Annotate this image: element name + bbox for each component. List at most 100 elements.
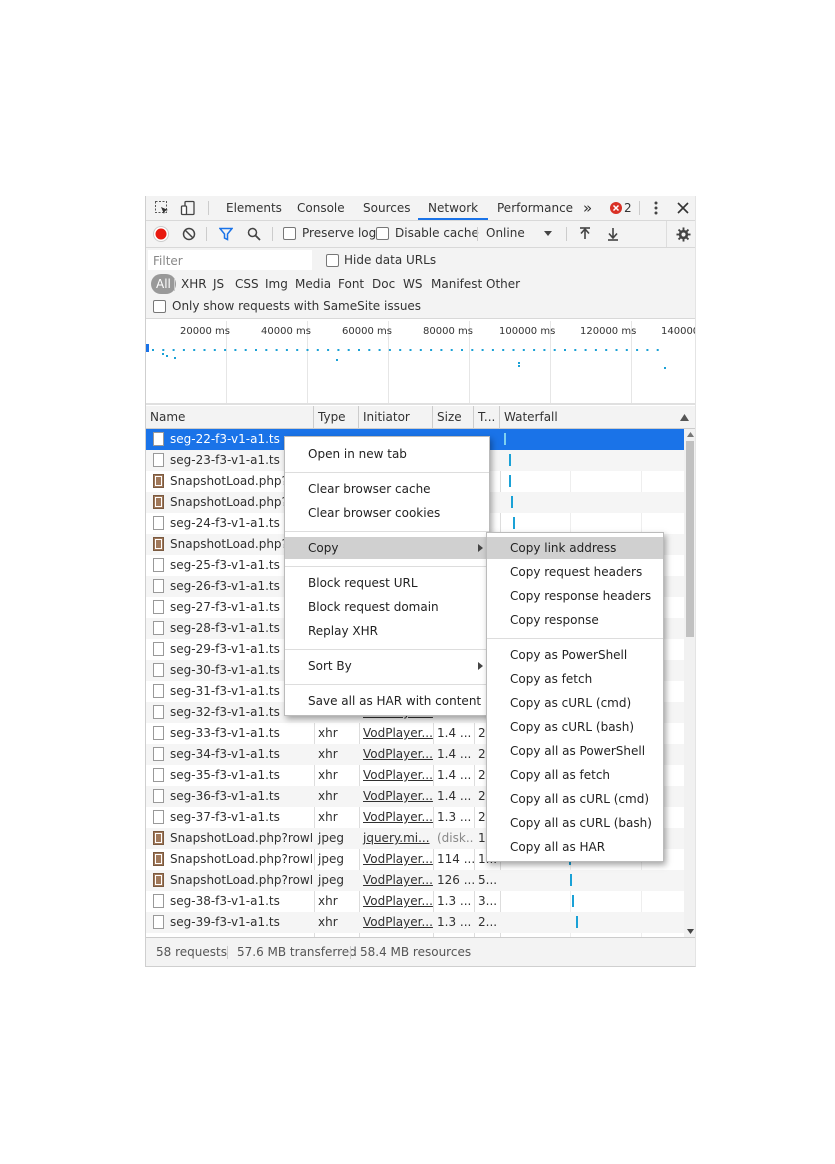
close-icon[interactable] [676,201,690,215]
request-initiator[interactable]: VodPlayer... [359,807,433,828]
tab-console[interactable]: Console [297,196,345,220]
request-size: 1.4 ... [437,768,472,782]
request-name: SnapshotLoad.php?rowK... [170,873,312,887]
scroll-down-icon[interactable] [686,928,694,934]
disable-cache-checkbox[interactable] [376,227,389,240]
status-divider [227,946,228,959]
request-initiator[interactable]: VodPlayer... [359,912,433,933]
filter-type-doc[interactable]: Doc [372,274,395,294]
more-tabs-button[interactable]: » [583,196,592,220]
copy-menu-item-copy-all-as-har[interactable]: Copy all as HAR [487,836,663,858]
chevron-down-icon[interactable] [544,230,552,236]
menu-item-label: Copy as fetch [510,672,593,686]
filter-type-css[interactable]: CSS [235,274,259,294]
menu-item-clear-browser-cookies[interactable]: Clear browser cookies [285,502,489,524]
copy-menu-item-copy-link-address[interactable]: Copy link address [487,537,663,559]
gear-icon[interactable] [675,226,691,242]
document-file-icon [153,747,164,761]
request-initiator[interactable]: VodPlayer... [359,744,433,765]
tab-network[interactable]: Network [418,196,489,220]
request-initiator[interactable]: VodPlayer... [359,723,433,744]
request-initiator[interactable]: VodPlayer... [359,849,433,870]
filter-type-other[interactable]: Other [486,274,520,294]
samesite-checkbox[interactable] [153,300,166,313]
copy-menu-item-copy-response-headers[interactable]: Copy response headers [487,585,663,607]
menu-item-copy[interactable]: Copy [285,537,489,559]
toolbar-divider [666,221,667,247]
request-initiator[interactable]: VodPlayer... [359,891,433,912]
timeline-overview[interactable]: 20000 ms 40000 ms 60000 ms 80000 ms 1000… [146,321,695,404]
request-initiator[interactable]: VodPlayer... [359,870,433,891]
export-har-icon[interactable] [606,226,620,242]
request-type: jpeg [318,852,344,866]
menu-item-save-all-as-har-with-content[interactable]: Save all as HAR with content [285,690,489,712]
filter-type-font[interactable]: Font [338,274,364,294]
menu-item-block-request-domain[interactable]: Block request domain [285,596,489,618]
filter-type-media[interactable]: Media [295,274,331,294]
request-type: xhr [318,768,338,782]
menu-item-replay-xhr[interactable]: Replay XHR [285,620,489,642]
copy-menu-item-copy-request-headers[interactable]: Copy request headers [487,561,663,583]
filter-input[interactable]: Filter [148,250,312,270]
copy-menu-item-copy-all-as-curl-cmd[interactable]: Copy all as cURL (cmd) [487,788,663,810]
overview-activity-dot [172,349,175,351]
copy-menu-item-copy-all-as-fetch[interactable]: Copy all as fetch [487,764,663,786]
scrollbar-thumb[interactable] [686,441,694,637]
error-count[interactable]: 2 [624,196,632,220]
menu-item-block-request-url[interactable]: Block request URL [285,572,489,594]
inspect-element-icon[interactable] [154,200,170,216]
request-initiator[interactable]: VodPlayer... [359,786,433,807]
filter-type-ws[interactable]: WS [403,274,422,294]
tab-performance[interactable]: Performance [497,196,573,220]
toolbar-divider [208,201,209,215]
filter-type-img[interactable]: Img [265,274,288,294]
filter-type-all[interactable]: All [151,274,176,294]
record-icon[interactable] [153,226,169,242]
waterfall-bar [511,496,513,508]
import-har-icon[interactable] [578,226,592,242]
request-initiator[interactable]: jquery.mi... [359,828,433,849]
column-size[interactable]: Size [433,406,474,428]
copy-menu-item-copy-as-curl-bash[interactable]: Copy as cURL (bash) [487,716,663,738]
overview-activity-dot [306,349,309,351]
search-icon[interactable] [246,226,262,242]
column-waterfall[interactable]: Waterfall [500,406,695,428]
column-initiator[interactable]: Initiator [359,406,433,428]
menu-item-label: Copy all as HAR [510,840,606,854]
table-row[interactable]: seg-39-f3-v1-a1.ts xhr VodPlayer... 1.3 ...… [146,912,684,933]
menu-item-clear-browser-cache[interactable]: Clear browser cache [285,478,489,500]
menu-item-label: Block request URL [308,576,418,590]
table-row[interactable]: SnapshotLoad.php?rowK... jpeg VodPlayer...… [146,870,684,891]
request-size: 126 ... [437,873,474,887]
copy-menu-item-copy-as-curl-cmd[interactable]: Copy as cURL (cmd) [487,692,663,714]
column-type[interactable]: Type [314,406,359,428]
copy-menu-item-copy-response[interactable]: Copy response [487,609,663,631]
tab-elements[interactable]: Elements [226,196,282,220]
column-time[interactable]: T... [474,406,500,428]
preserve-log-checkbox[interactable] [283,227,296,240]
device-toolbar-icon[interactable] [180,200,196,216]
menu-item-open-in-new-tab[interactable]: Open in new tab [285,443,489,465]
preserve-log-label: Preserve log [302,226,377,240]
filter-type-manifest[interactable]: Manifest [431,274,482,294]
table-row[interactable]: seg-38-f3-v1-a1.ts xhr VodPlayer... 1.3 ...… [146,891,684,912]
request-initiator[interactable]: VodPlayer... [359,765,433,786]
copy-menu-item-copy-as-fetch[interactable]: Copy as fetch [487,668,663,690]
kebab-menu-icon[interactable] [650,200,662,216]
filter-icon[interactable] [218,226,234,242]
menu-item-sort-by[interactable]: Sort By [285,655,489,677]
tab-sources[interactable]: Sources [363,196,410,220]
sort-ascending-icon[interactable] [679,413,689,421]
document-file-icon [153,663,164,677]
request-list-scrollbar[interactable] [684,429,695,937]
clear-icon[interactable] [181,226,197,242]
throttling-select[interactable]: Online [486,226,525,240]
hide-data-urls-checkbox[interactable] [326,254,339,267]
copy-menu-item-copy-all-as-powershell[interactable]: Copy all as PowerShell [487,740,663,762]
filter-type-js[interactable]: JS [213,274,224,294]
copy-menu-item-copy-all-as-curl-bash[interactable]: Copy all as cURL (bash) [487,812,663,834]
scroll-up-icon[interactable] [686,431,694,437]
copy-menu-item-copy-as-powershell[interactable]: Copy as PowerShell [487,644,663,666]
filter-type-xhr[interactable]: XHR [181,274,207,294]
column-name[interactable]: Name [146,406,314,428]
